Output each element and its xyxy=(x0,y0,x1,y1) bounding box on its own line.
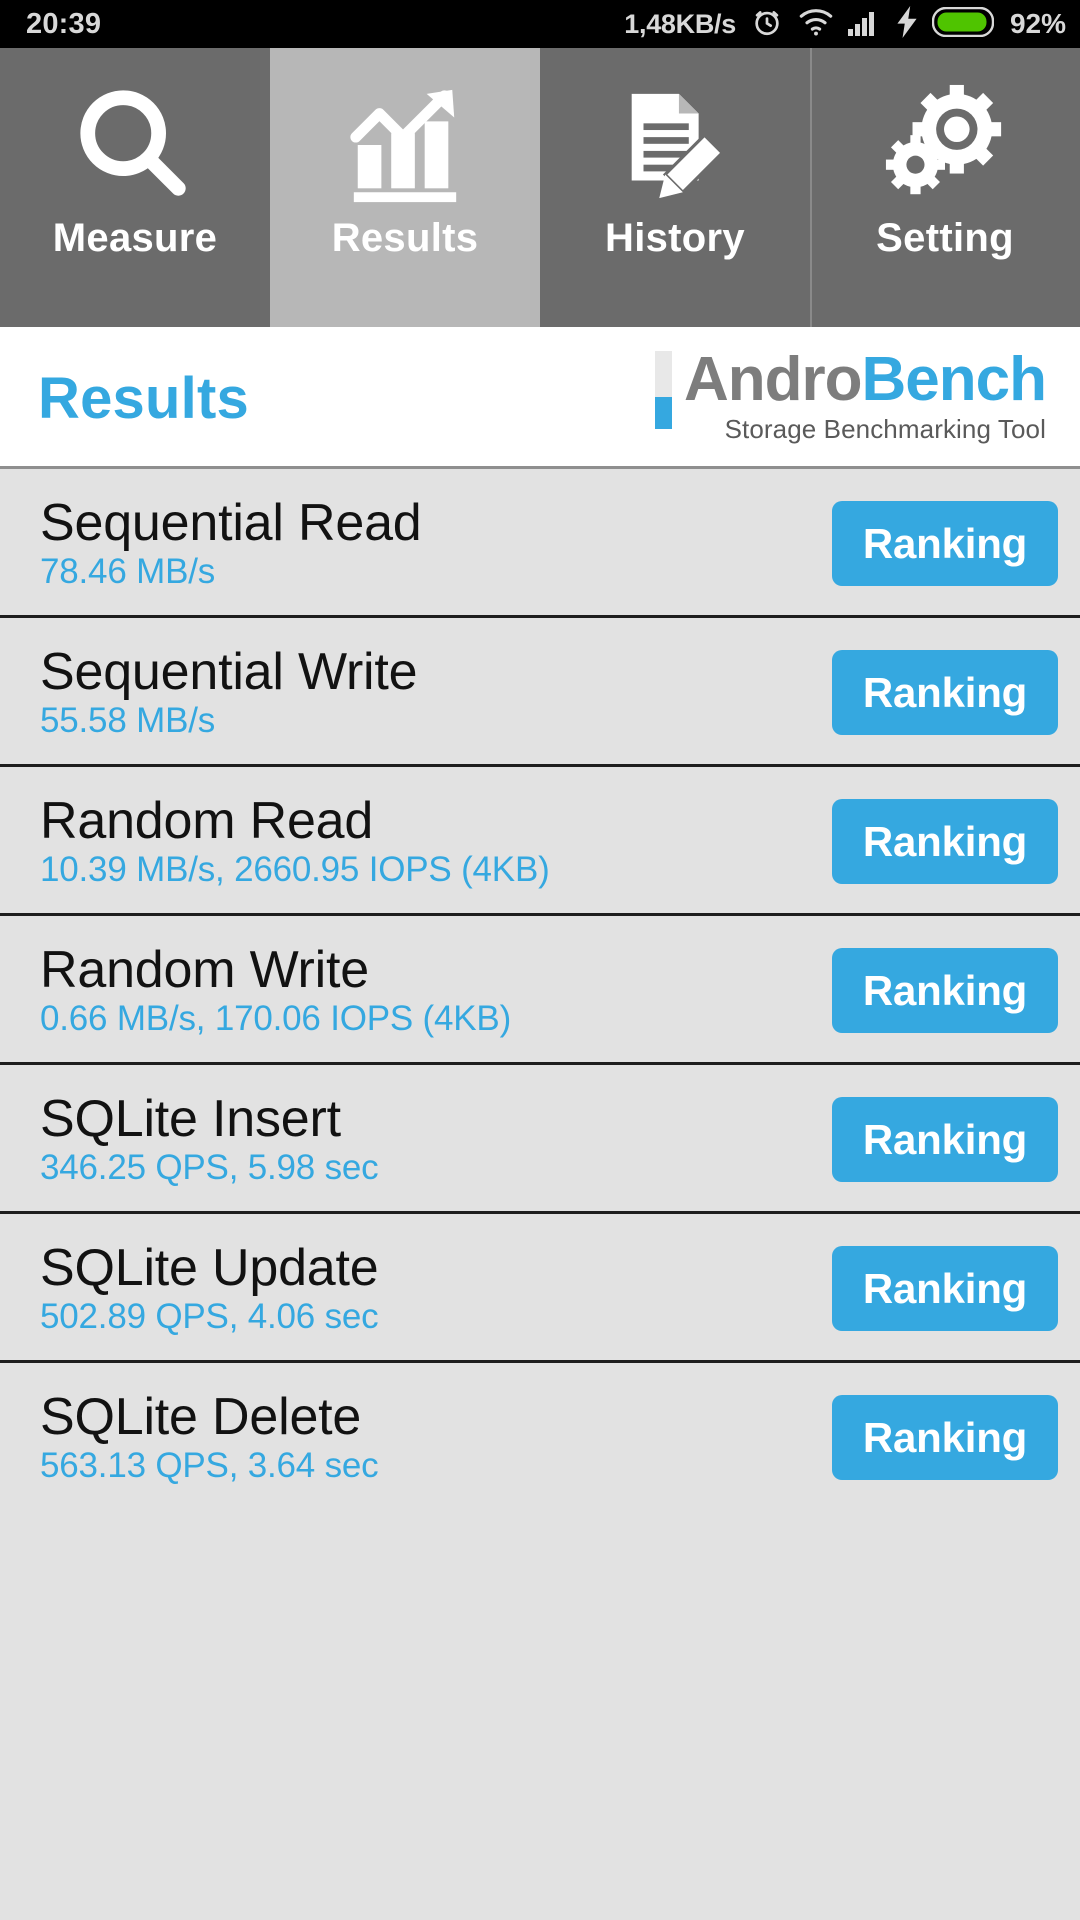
result-value: 563.13 QPS, 3.64 sec xyxy=(40,1445,379,1485)
table-row[interactable]: SQLite Delete 563.13 QPS, 3.64 sec Ranki… xyxy=(0,1363,1080,1512)
result-info: Sequential Write 55.58 MB/s xyxy=(40,642,418,740)
battery-icon xyxy=(931,6,995,42)
gears-icon xyxy=(882,80,1008,210)
result-name: SQLite Update xyxy=(40,1238,379,1297)
result-name: Random Write xyxy=(40,940,369,999)
table-row[interactable]: SQLite Update 502.89 QPS, 4.06 sec Ranki… xyxy=(0,1214,1080,1363)
result-name: Sequential Read xyxy=(40,493,422,552)
table-row[interactable]: SQLite Insert 346.25 QPS, 5.98 sec Ranki… xyxy=(0,1065,1080,1214)
table-row[interactable]: Sequential Read 78.46 MB/s Ranking xyxy=(0,469,1080,618)
status-clock: 20:39 xyxy=(26,7,102,40)
logo-bar-icon xyxy=(654,351,672,430)
tab-results-label: Results xyxy=(331,216,479,260)
result-info: SQLite Delete 563.13 QPS, 3.64 sec xyxy=(40,1387,379,1485)
tab-history-label: History xyxy=(605,216,745,260)
status-bar: 20:39 1,48KB/s 92% xyxy=(0,0,1080,48)
logo-tagline: Storage Benchmarking Tool xyxy=(724,413,1046,444)
page-header: Results AndroBench Storage Benchmarking … xyxy=(0,327,1080,469)
result-name: Sequential Write xyxy=(40,642,418,701)
ranking-button[interactable]: Ranking xyxy=(832,501,1058,586)
table-row[interactable]: Random Read 10.39 MB/s, 2660.95 IOPS (4K… xyxy=(0,767,1080,916)
ranking-button[interactable]: Ranking xyxy=(832,1097,1058,1182)
tab-history[interactable]: History xyxy=(540,48,810,327)
tab-setting[interactable]: Setting xyxy=(810,48,1080,327)
ranking-button[interactable]: Ranking xyxy=(832,650,1058,735)
charging-bolt-icon xyxy=(896,5,918,43)
result-info: SQLite Insert 346.25 QPS, 5.98 sec xyxy=(40,1089,379,1187)
magnifier-icon xyxy=(72,80,198,210)
document-pencil-icon xyxy=(612,80,738,210)
result-value: 55.58 MB/s xyxy=(40,700,216,740)
result-info: Sequential Read 78.46 MB/s xyxy=(40,493,422,591)
result-info: Random Write 0.66 MB/s, 170.06 IOPS (4KB… xyxy=(40,940,512,1038)
result-value: 78.46 MB/s xyxy=(40,551,216,591)
ranking-button[interactable]: Ranking xyxy=(832,948,1058,1033)
logo-bench-text: Bench xyxy=(861,345,1047,415)
result-info: Random Read 10.39 MB/s, 2660.95 IOPS (4K… xyxy=(40,791,550,889)
status-icons: 1,48KB/s 92% xyxy=(624,5,1066,44)
results-list: Sequential Read 78.46 MB/s Ranking Seque… xyxy=(0,469,1080,1512)
logo-text: AndroBench Storage Benchmarking Tool xyxy=(684,349,1047,445)
tab-setting-label: Setting xyxy=(876,216,1014,260)
battery-percent-label: 92% xyxy=(1009,8,1066,39)
result-value: 502.89 QPS, 4.06 sec xyxy=(40,1296,379,1336)
tab-measure-label: Measure xyxy=(52,216,218,260)
result-name: SQLite Delete xyxy=(40,1387,362,1446)
wifi-icon xyxy=(798,7,834,42)
tab-results[interactable]: Results xyxy=(270,48,540,327)
app-root: 20:39 1,48KB/s 92% Measure Results Histo… xyxy=(0,0,1080,1920)
table-row[interactable]: Random Write 0.66 MB/s, 170.06 IOPS (4KB… xyxy=(0,916,1080,1065)
ranking-button[interactable]: Ranking xyxy=(832,1246,1058,1331)
logo-andro-text: Andro xyxy=(683,345,863,415)
ranking-button[interactable]: Ranking xyxy=(832,1395,1058,1480)
result-info: SQLite Update 502.89 QPS, 4.06 sec xyxy=(40,1238,379,1336)
ranking-button[interactable]: Ranking xyxy=(832,799,1058,884)
result-value: 10.39 MB/s, 2660.95 IOPS (4KB) xyxy=(40,849,550,889)
result-name: SQLite Insert xyxy=(40,1089,341,1148)
bar-chart-arrow-icon xyxy=(342,80,468,210)
androbench-logo: AndroBench Storage Benchmarking Tool xyxy=(654,349,1050,445)
network-speed-label: 1,48KB/s xyxy=(624,8,736,39)
result-value: 346.25 QPS, 5.98 sec xyxy=(40,1147,379,1187)
tab-measure[interactable]: Measure xyxy=(0,48,270,327)
alarm-clock-icon xyxy=(750,5,784,44)
signal-bars-icon xyxy=(847,8,882,41)
tab-bar: Measure Results History Setting xyxy=(0,48,1080,327)
page-title: Results xyxy=(38,365,249,431)
result-name: Random Read xyxy=(40,791,374,850)
result-value: 0.66 MB/s, 170.06 IOPS (4KB) xyxy=(40,998,512,1038)
table-row[interactable]: Sequential Write 55.58 MB/s Ranking xyxy=(0,618,1080,767)
